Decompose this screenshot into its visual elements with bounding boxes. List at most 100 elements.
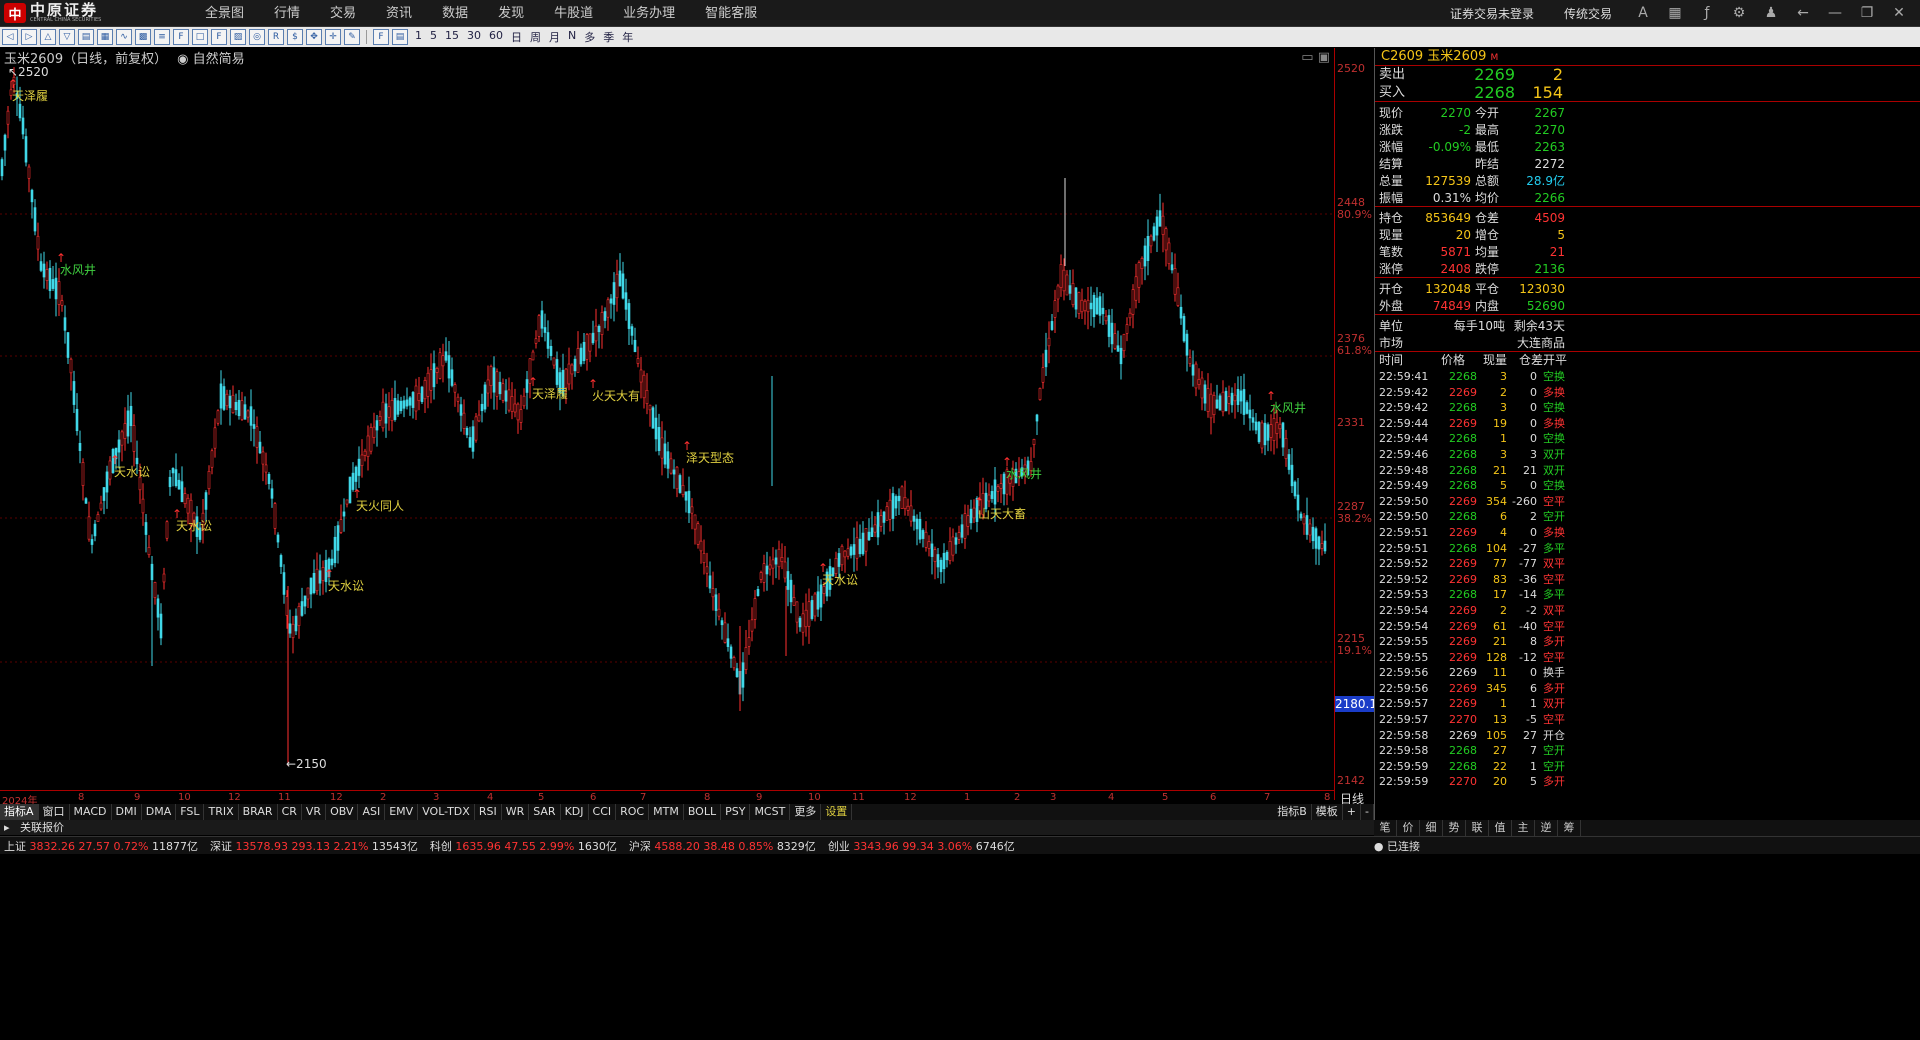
- indicator-tab[interactable]: 设置: [821, 804, 853, 820]
- snapshot-icon[interactable]: ◎: [249, 29, 265, 45]
- back-arrow-icon[interactable]: ◁: [2, 29, 18, 45]
- period-button[interactable]: 30: [463, 29, 485, 45]
- indicator-tab[interactable]: ASI: [358, 804, 386, 820]
- indicator-tab[interactable]: CR: [278, 804, 302, 820]
- indicator-right-tab[interactable]: -: [1361, 804, 1374, 820]
- menu-item[interactable]: 牛股道: [539, 0, 608, 27]
- indicator-tab[interactable]: TRIX: [204, 804, 239, 820]
- move-icon[interactable]: ✥: [306, 29, 322, 45]
- table-icon[interactable]: ▦: [97, 29, 113, 45]
- indicator-tab[interactable]: MTM: [649, 804, 684, 820]
- font-size-icon[interactable]: A: [1632, 5, 1654, 21]
- period-button[interactable]: 年: [618, 29, 637, 45]
- tick-list[interactable]: 22:59:41 2268 3 0 空换 22:59:42 2269 2 0 多换 22:59:42…: [1375, 369, 1920, 790]
- indicator-tab[interactable]: BOLL: [684, 804, 722, 820]
- chart-window-controls[interactable]: ▭ ▣: [1301, 50, 1330, 65]
- index-quote[interactable]: 创业 3343.96 99.34 3.06% 6746亿: [828, 838, 1015, 854]
- period-button[interactable]: 月: [545, 29, 564, 45]
- menu-item[interactable]: 数据: [427, 0, 483, 27]
- indicator-tab[interactable]: DMI: [112, 804, 142, 820]
- period-button[interactable]: 5: [426, 29, 441, 45]
- indicator-tab[interactable]: KDJ: [561, 804, 589, 820]
- formula-icon[interactable]: ƒ: [1696, 5, 1718, 21]
- right-panel-tab[interactable]: 细: [1420, 820, 1443, 836]
- indicator-tab[interactable]: WR: [502, 804, 530, 820]
- indicator-tab[interactable]: VOL-TDX: [418, 804, 475, 820]
- indicator-tab[interactable]: VR: [302, 804, 327, 820]
- skin-icon[interactable]: ♟: [1760, 5, 1782, 21]
- f5-icon[interactable]: F: [373, 29, 389, 45]
- grid-view-icon[interactable]: ▩: [135, 29, 151, 45]
- indicator-tab[interactable]: DMA: [142, 804, 177, 820]
- menu-item[interactable]: 资讯: [371, 0, 427, 27]
- menu-item[interactable]: 交易: [315, 0, 371, 27]
- right-panel-tab[interactable]: 逆: [1535, 820, 1558, 836]
- indicator-tab[interactable]: CCI: [589, 804, 617, 820]
- right-panel-tab[interactable]: 筹: [1558, 820, 1581, 836]
- dollar-icon[interactable]: $: [287, 29, 303, 45]
- candlestick-chart[interactable]: ↖2520←2150天泽履↑水风井↑天水讼↑天水讼↑天水讼↑天火同人↑天泽履↑火…: [0, 66, 1334, 802]
- period-button[interactable]: 周: [526, 29, 545, 45]
- indicator-tab[interactable]: EMV: [385, 804, 419, 820]
- indicator-tab[interactable]: FSL: [176, 804, 205, 820]
- indicator-tab[interactable]: MCST: [750, 804, 791, 820]
- indicator-tab[interactable]: SAR: [529, 804, 561, 820]
- indicator-tab[interactable]: 指标A: [0, 804, 39, 820]
- indicator-tab[interactable]: RSI: [475, 804, 502, 820]
- image-icon[interactable]: ▨: [230, 29, 246, 45]
- window-icon[interactable]: □: [192, 29, 208, 45]
- index-quote[interactable]: 沪深 4588.20 38.48 0.85% 8329亿: [629, 838, 816, 854]
- close-icon[interactable]: ✕: [1888, 5, 1910, 21]
- indicator-tab[interactable]: PSY: [721, 804, 751, 820]
- indicator-tab[interactable]: MACD: [70, 804, 112, 820]
- restore-icon[interactable]: ❐: [1856, 5, 1878, 21]
- f2-icon[interactable]: F: [211, 29, 227, 45]
- menu-item[interactable]: 智能客服: [690, 0, 772, 27]
- crosshair-icon[interactable]: ✛: [325, 29, 341, 45]
- back-icon[interactable]: ←: [1792, 5, 1814, 21]
- period-button[interactable]: 多: [580, 29, 599, 45]
- gear-icon[interactable]: ⚙: [1728, 5, 1750, 21]
- period-button[interactable]: 60: [485, 29, 507, 45]
- menu-item[interactable]: 业务办理: [608, 0, 690, 27]
- period-button[interactable]: N: [564, 29, 580, 45]
- layout-icon[interactable]: ▤: [78, 29, 94, 45]
- login-status-link[interactable]: 证券交易未登录: [1440, 5, 1544, 22]
- grid-icon[interactable]: ▦: [1664, 5, 1686, 21]
- down-arrow-icon[interactable]: ▽: [59, 29, 75, 45]
- indicator-right-tab[interactable]: +: [1343, 804, 1362, 820]
- indicator-tab[interactable]: 更多: [790, 804, 822, 820]
- right-panel-tab[interactable]: 笔: [1374, 820, 1397, 836]
- right-panel-tab[interactable]: 主: [1512, 820, 1535, 836]
- indicator-tab[interactable]: ROC: [616, 804, 650, 820]
- period-button[interactable]: 15: [441, 29, 463, 45]
- list-icon[interactable]: ≡: [154, 29, 170, 45]
- pen-icon[interactable]: ✎: [344, 29, 360, 45]
- period-button[interactable]: 1: [411, 29, 426, 45]
- right-panel-tab[interactable]: 价: [1397, 820, 1420, 836]
- right-panel-tab[interactable]: 联: [1466, 820, 1489, 836]
- f10-icon[interactable]: F: [173, 29, 189, 45]
- up-arrow-icon[interactable]: △: [40, 29, 56, 45]
- right-panel-tab[interactable]: 值: [1489, 820, 1512, 836]
- menu-item[interactable]: 发现: [483, 0, 539, 27]
- forward-arrow-icon[interactable]: ▷: [21, 29, 37, 45]
- index-quote[interactable]: 深证 13578.93 293.13 2.21% 13543亿: [210, 838, 418, 854]
- menu-item[interactable]: 行情: [259, 0, 315, 27]
- minimize-icon[interactable]: —: [1824, 5, 1846, 21]
- menu-item[interactable]: 全景图: [190, 0, 259, 27]
- indicator-right-tab[interactable]: 模板: [1312, 804, 1343, 820]
- indicator-tab[interactable]: 窗口: [39, 804, 70, 820]
- line-chart-icon[interactable]: ∿: [116, 29, 132, 45]
- index-quote[interactable]: 上证 3832.26 27.57 0.72% 11877亿: [4, 838, 198, 854]
- trade-mode-link[interactable]: 传统交易: [1554, 5, 1622, 22]
- index-quote[interactable]: 科创 1635.96 47.55 2.99% 1630亿: [430, 838, 617, 854]
- related-quote-bar[interactable]: ▸ 关联报价: [0, 820, 1374, 835]
- strategy-dropdown[interactable]: ◉ 自然简易: [177, 48, 245, 67]
- right-panel-tab[interactable]: 势: [1443, 820, 1466, 836]
- chart-switch-icon[interactable]: ▤: [392, 29, 408, 45]
- indicator-tab[interactable]: OBV: [326, 804, 359, 820]
- indicator-right-tab[interactable]: 指标B: [1273, 804, 1312, 820]
- rsi-icon[interactable]: R: [268, 29, 284, 45]
- period-button[interactable]: 日: [507, 29, 526, 45]
